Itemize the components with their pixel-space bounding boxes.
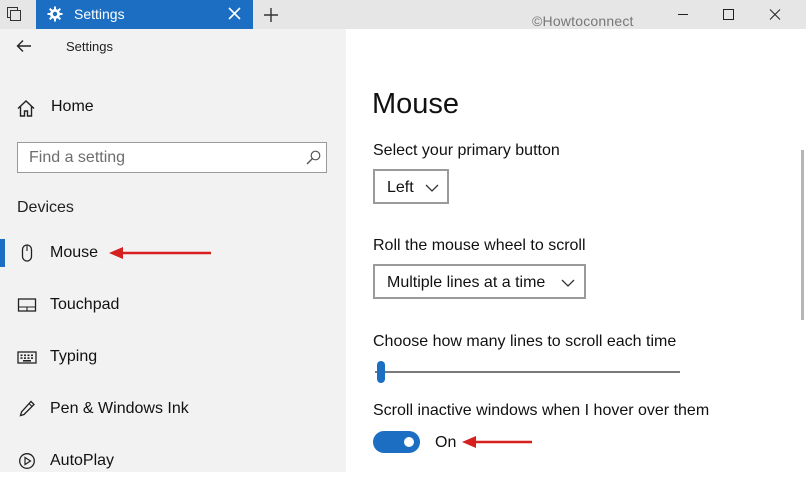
maximize-icon: [723, 9, 734, 20]
search-box[interactable]: [17, 142, 327, 173]
annotation-arrow-icon: [109, 247, 211, 259]
back-arrow-icon[interactable]: [16, 39, 32, 53]
primary-button-dropdown[interactable]: Left: [373, 169, 449, 204]
sidebar-item-typing[interactable]: Typing: [0, 339, 346, 375]
chevron-down-icon: [425, 184, 439, 192]
selection-indicator: [0, 239, 5, 267]
toggle-knob: [404, 437, 414, 447]
new-tab-icon[interactable]: [263, 7, 279, 23]
dropdown-value: Multiple lines at a time: [387, 274, 546, 291]
sidebar-item-label: Mouse: [50, 244, 99, 261]
sidebar-item-autoplay[interactable]: AutoPlay: [0, 443, 346, 479]
slider-track: [375, 371, 680, 373]
autoplay-icon: [19, 453, 35, 469]
home-icon: [17, 100, 35, 117]
lines-slider[interactable]: [375, 358, 680, 386]
scroll-label: Roll the mouse wheel to scroll: [373, 237, 586, 254]
dropdown-value: Left: [387, 179, 414, 196]
mouse-icon: [21, 244, 33, 262]
minimize-icon: [678, 14, 688, 15]
close-tab-icon[interactable]: [228, 7, 241, 20]
sidebar-item-label: Pen & Windows Ink: [50, 400, 189, 417]
chevron-down-icon: [561, 279, 575, 287]
tab-title: Settings: [74, 6, 125, 22]
devices-group-label: Devices: [17, 199, 74, 216]
pen-icon: [19, 400, 35, 417]
scrollbar[interactable]: [801, 150, 804, 320]
window-switcher-icon[interactable]: [7, 7, 21, 21]
minimize-button[interactable]: [660, 0, 705, 29]
annotation-arrow-icon: [462, 436, 532, 448]
sidebar-item-label: Touchpad: [50, 296, 120, 313]
touchpad-icon: [17, 298, 37, 312]
home-label: Home: [51, 98, 94, 115]
title-bar: Settings ©Howtoconnect: [0, 0, 806, 29]
sidebar-item-label: AutoPlay: [50, 452, 115, 469]
sidebar: Settings Home Devices Mouse Touchpad: [0, 29, 346, 472]
search-icon[interactable]: [306, 150, 321, 165]
primary-button-label: Select your primary button: [373, 142, 560, 159]
sidebar-item-label: Typing: [50, 348, 98, 365]
watermark-text: ©Howtoconnect: [532, 13, 634, 29]
scroll-mode-dropdown[interactable]: Multiple lines at a time: [373, 264, 586, 299]
sidebar-item-pen[interactable]: Pen & Windows Ink: [0, 391, 346, 427]
keyboard-icon: [17, 351, 37, 364]
inactive-scroll-toggle[interactable]: [373, 431, 420, 453]
close-icon: [769, 9, 781, 20]
settings-tab[interactable]: Settings: [36, 0, 253, 29]
toggle-state-text: On: [435, 434, 457, 451]
page-title: Mouse: [372, 88, 460, 120]
search-input[interactable]: [18, 143, 299, 172]
inactive-scroll-label: Scroll inactive windows when I hover ove…: [373, 402, 710, 419]
lines-label: Choose how many lines to scroll each tim…: [373, 333, 677, 350]
maximize-button[interactable]: [706, 0, 751, 29]
slider-thumb[interactable]: [377, 361, 385, 383]
sidebar-item-touchpad[interactable]: Touchpad: [0, 287, 346, 323]
gear-icon: [47, 6, 63, 22]
sidebar-title: Settings: [66, 39, 113, 54]
close-window-button[interactable]: [752, 0, 797, 29]
sidebar-item-home[interactable]: Home: [0, 91, 346, 123]
